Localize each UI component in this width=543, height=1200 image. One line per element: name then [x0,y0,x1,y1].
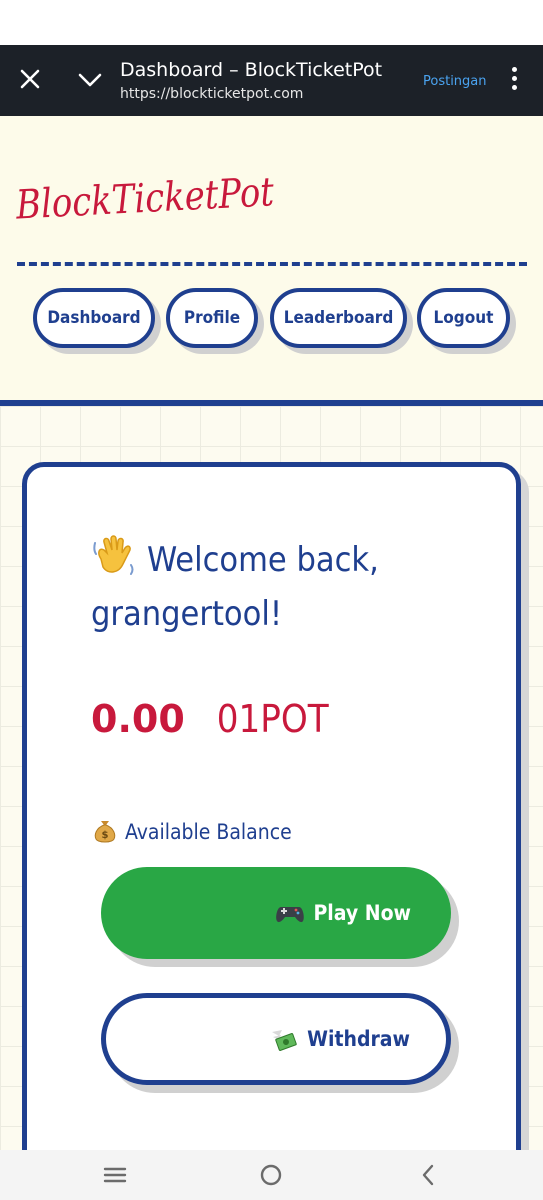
available-balance-label: $ Available Balance [91,817,292,845]
nav-logout-button[interactable]: Logout [417,288,510,348]
available-balance-text: Available Balance [125,820,292,844]
nav-dashboard-button[interactable]: Dashboard [33,288,155,348]
svg-text:$: $ [102,830,109,841]
recent-apps-icon[interactable] [101,1162,129,1188]
home-icon[interactable] [257,1162,285,1188]
site-header: BlockTicketPot Dashboard Profile Leaderb… [0,116,543,402]
close-icon[interactable] [18,67,42,91]
nav-leaderboard-button[interactable]: Leaderboard [270,288,407,348]
balance-value: 0.00 [91,697,185,741]
header-divider [17,262,527,266]
play-now-button[interactable]: Play Now [101,867,451,959]
waving-hand-icon [93,535,134,575]
site-logo-text: BlockTicketPot [14,169,276,229]
site-logo[interactable]: BlockTicketPot [14,160,284,230]
play-now-label: Play Now [313,901,411,925]
more-options-icon[interactable] [506,67,522,95]
welcome-heading: Welcome back, grangertool! [91,533,471,641]
status-bar [0,0,543,45]
game-controller-icon [276,907,305,923]
main-nav: Dashboard Profile Leaderboard Logout [0,288,543,358]
withdraw-button[interactable]: Withdraw [101,993,451,1085]
money-bag-icon: $ [94,821,116,843]
nav-profile-button[interactable]: Profile [166,288,258,348]
system-navigation-bar [0,1150,543,1200]
money-with-wings-icon [272,1030,297,1051]
browser-page-title: Dashboard – BlockTicketPot [120,59,383,81]
balance-display: 0.00 01POT [91,697,329,741]
chevron-down-icon[interactable] [78,69,102,91]
browser-toolbar: Dashboard – BlockTicketPot https://block… [0,45,543,116]
withdraw-label: Withdraw [307,1027,410,1051]
browser-url[interactable]: https://blockticketpot.com [120,86,303,102]
postingan-link[interactable]: Postingan [423,74,487,89]
back-icon[interactable] [415,1162,443,1188]
balance-unit: 01POT [216,697,329,741]
dashboard-card: Welcome back, grangertool! 0.00 01POT $ A… [22,462,521,1172]
